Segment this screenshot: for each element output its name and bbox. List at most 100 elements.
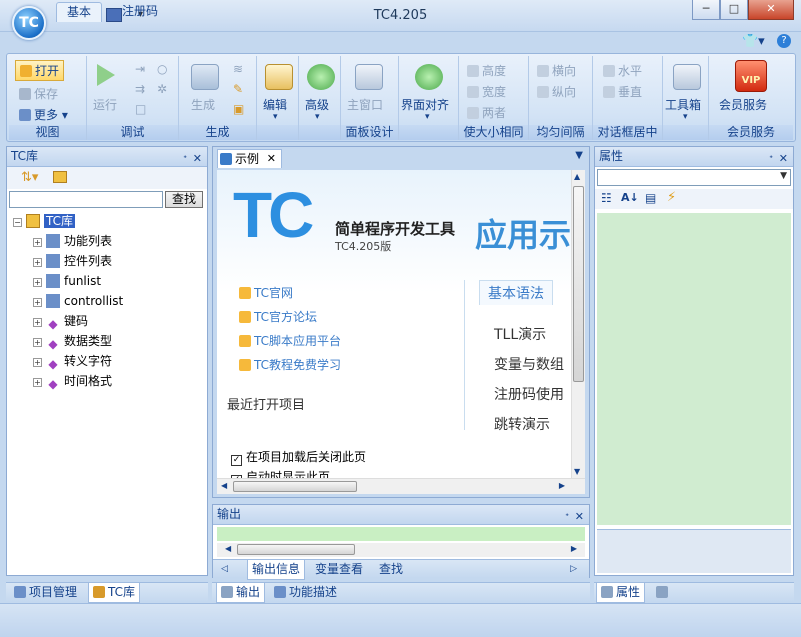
categorized-icon[interactable]: ☷ xyxy=(601,191,612,205)
search-button[interactable]: 查找 xyxy=(165,191,203,208)
scroll-right-icon[interactable]: ▶ xyxy=(559,481,565,490)
toolbox-button[interactable]: 工具箱 xyxy=(665,96,701,113)
tab-find[interactable]: 查找 xyxy=(375,560,407,580)
open-button[interactable]: 打开 xyxy=(15,60,65,81)
tree-root[interactable]: − TC库 xyxy=(13,211,76,231)
show-on-startup-checkbox[interactable]: ✓启动时显示此页 xyxy=(231,468,330,478)
clear-icon[interactable]: ✲ xyxy=(157,82,167,96)
tab-register-code[interactable]: 注册码 xyxy=(112,2,168,22)
tab-list-dropdown-icon[interactable]: ▼ xyxy=(575,150,583,161)
output-hscroll[interactable]: ◀ ▶ xyxy=(217,543,585,557)
panel-close-icon[interactable]: ✕ xyxy=(193,149,202,168)
same-height-button[interactable]: 高度 xyxy=(467,62,506,79)
tab-output[interactable]: 输出 xyxy=(216,583,266,603)
collapse-icon[interactable]: − xyxy=(13,218,22,227)
expand-icon[interactable]: + xyxy=(33,338,42,347)
events-lightning-icon[interactable]: ⚡ xyxy=(667,190,676,205)
tree-item[interactable]: + ◆ 键码 xyxy=(33,311,88,331)
link-tc-website[interactable]: TC官网 xyxy=(239,284,293,301)
toolbox-dropdown-icon[interactable]: ▾ xyxy=(683,112,688,122)
close-button[interactable]: ✕ xyxy=(748,0,794,20)
output-content[interactable] xyxy=(217,527,585,541)
scroll-thumb[interactable] xyxy=(237,544,355,555)
syntax-item[interactable]: 注册码使用 xyxy=(494,384,564,404)
tab-variable-view[interactable]: 变量查看 xyxy=(311,560,367,580)
scroll-thumb[interactable] xyxy=(573,186,584,382)
edit-dropdown-icon[interactable]: ▾ xyxy=(273,112,278,122)
tree-item[interactable]: + 控件列表 xyxy=(33,251,112,271)
brush-icon[interactable]: ✎ xyxy=(233,82,243,96)
link-script-platform[interactable]: TC脚本应用平台 xyxy=(239,332,341,349)
build-button[interactable]: 生成 xyxy=(191,96,215,113)
tree-item[interactable]: + ◆ 数据类型 xyxy=(33,331,112,351)
layers-icon[interactable]: ≋ xyxy=(233,62,243,76)
stop-icon[interactable]: □ xyxy=(135,102,146,116)
property-pages-icon[interactable]: ▤ xyxy=(645,191,656,205)
tab-basic[interactable]: 基本 xyxy=(56,2,103,22)
tab-close-icon[interactable]: ✕ xyxy=(267,150,276,168)
pin-icon[interactable]: ᐩ xyxy=(565,508,569,527)
same-both-button[interactable]: 两者 xyxy=(467,104,506,121)
scroll-up-icon[interactable]: ▲ xyxy=(574,172,580,181)
scroll-right-icon[interactable]: ▶ xyxy=(571,544,577,553)
scroll-left-icon[interactable]: ◀ xyxy=(221,481,227,490)
save-button[interactable]: 保存 xyxy=(19,85,58,102)
syntax-item[interactable]: TLL演示 xyxy=(494,324,546,344)
expand-icon[interactable]: + xyxy=(33,238,42,247)
search-input[interactable] xyxy=(9,191,163,208)
scroll-down-icon[interactable]: ▼ xyxy=(574,467,580,476)
expand-icon[interactable]: + xyxy=(33,298,42,307)
syntax-item[interactable]: 变量与数组 xyxy=(494,354,564,374)
tab-basic-syntax[interactable]: 基本语法 xyxy=(479,280,553,305)
syntax-item[interactable]: 跳转演示 xyxy=(494,414,550,434)
start-page-hscroll[interactable]: ◀ ▶ xyxy=(217,478,585,494)
tab-function-description[interactable]: 功能描述 xyxy=(270,583,341,603)
tab-scroll-left-icon[interactable]: ◁ xyxy=(221,560,228,579)
help-icon[interactable]: ? xyxy=(777,34,791,48)
expand-icon[interactable]: + xyxy=(33,258,42,267)
more-button[interactable]: 更多 ▾ xyxy=(19,106,68,123)
ui-align-button[interactable]: 界面对齐 xyxy=(401,96,449,113)
tree-item[interactable]: + funlist xyxy=(33,271,101,291)
main-window-button[interactable]: 主窗口 xyxy=(347,96,383,113)
folder-toolbar-icon[interactable] xyxy=(53,171,67,183)
property-grid[interactable] xyxy=(597,213,791,525)
alphabetical-icon[interactable]: A↓ xyxy=(621,191,639,204)
link-free-tutorial[interactable]: TC教程免费学习 xyxy=(239,356,341,373)
expand-icon[interactable]: + xyxy=(33,278,42,287)
same-width-button[interactable]: 宽度 xyxy=(467,83,506,100)
maximize-button[interactable]: □ xyxy=(720,0,748,20)
space-vertical-button[interactable]: 纵向 xyxy=(537,83,576,100)
edit-button[interactable]: 编辑 xyxy=(263,96,287,113)
tab-toolbox[interactable] xyxy=(652,583,675,603)
chevron-down-icon[interactable]: ▼ xyxy=(780,171,787,181)
tree-item[interactable]: + controllist xyxy=(33,291,123,311)
tab-tc-library[interactable]: TC库 xyxy=(88,583,141,603)
tab-properties[interactable]: 属性 xyxy=(596,583,646,603)
advanced-button[interactable]: 高级 xyxy=(305,96,329,113)
center-horizontal-button[interactable]: 水平 xyxy=(603,62,642,79)
editor-tab-example[interactable]: 示例 ✕ xyxy=(217,149,283,168)
breakpoint-icon[interactable]: ○ xyxy=(157,62,167,76)
tree-item[interactable]: + 功能列表 xyxy=(33,231,112,251)
scroll-left-icon[interactable]: ◀ xyxy=(225,544,231,553)
vip-service-button[interactable]: 会员服务 xyxy=(719,96,767,113)
step-icon[interactable]: ⇥ xyxy=(135,62,145,76)
tab-scroll-right-icon[interactable]: ▷ xyxy=(570,560,577,579)
tree-item[interactable]: + ◆ 时间格式 xyxy=(33,371,112,391)
minimize-button[interactable]: ─ xyxy=(692,0,720,20)
tab-output-info[interactable]: 输出信息 xyxy=(247,560,306,580)
app-orb-button[interactable]: TC xyxy=(12,6,46,40)
tab-project-manager[interactable]: 项目管理 xyxy=(10,583,81,603)
tree-item[interactable]: + ◆ 转义字符 xyxy=(33,351,112,371)
expand-icon[interactable]: + xyxy=(33,378,42,387)
theme-shirt-icon[interactable]: 👕▾ xyxy=(742,34,765,49)
scroll-thumb[interactable] xyxy=(233,481,357,492)
checkbox-checked[interactable]: ✓ xyxy=(231,455,242,466)
space-horizontal-button[interactable]: 横向 xyxy=(537,62,576,79)
align-dropdown-icon[interactable]: ▾ xyxy=(425,112,430,122)
step-over-icon[interactable]: ⇉ xyxy=(135,82,145,96)
package-icon[interactable]: ▣ xyxy=(233,102,244,116)
sort-icon[interactable]: ⇅▾ xyxy=(21,170,38,185)
expand-icon[interactable]: + xyxy=(33,358,42,367)
